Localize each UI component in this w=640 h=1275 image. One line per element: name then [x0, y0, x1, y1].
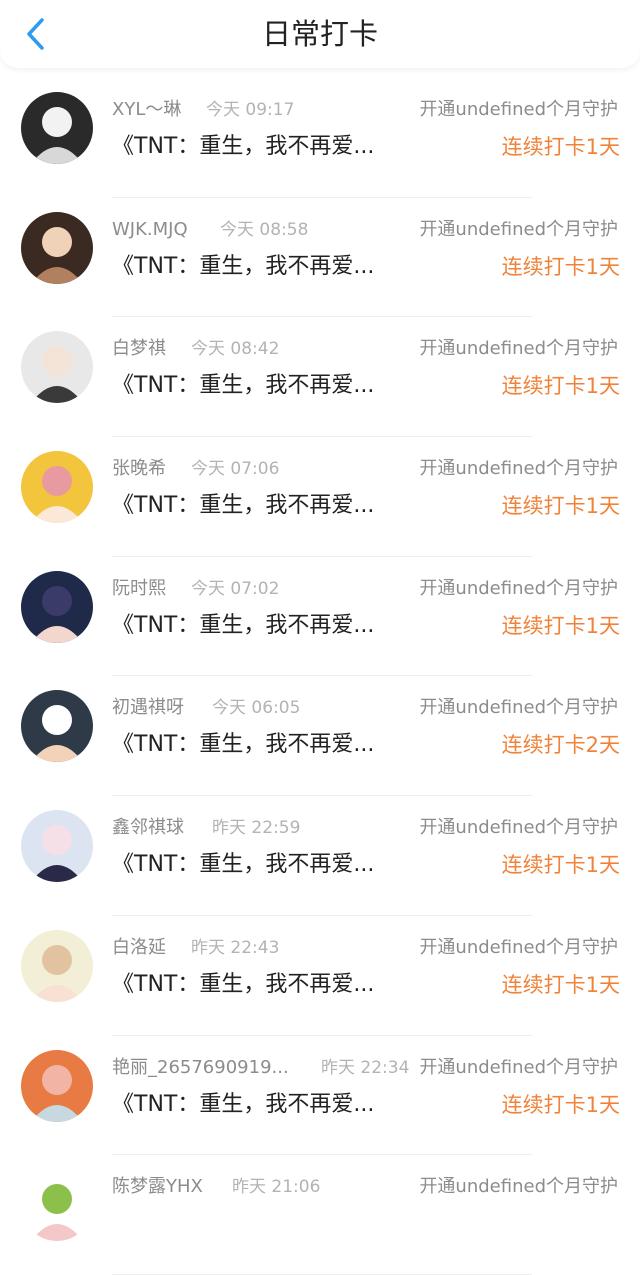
guard-link[interactable]: 开通undefined个月守护: [419, 98, 618, 122]
checkin-row[interactable]: 张晚希 今天 07:06 开通undefined个月守护 《TNT：重生，我不再…: [0, 437, 640, 557]
user-name[interactable]: 白梦祺: [112, 337, 166, 361]
checkin-row[interactable]: 白梦祺 今天 08:42 开通undefined个月守护 《TNT：重生，我不再…: [0, 317, 640, 438]
avatar[interactable]: [21, 451, 93, 524]
streak-label: 连续打卡1天: [501, 853, 620, 878]
user-name[interactable]: WJK.MJQ: [112, 218, 188, 242]
checkin-message: 《TNT：重生，我不再爱...: [112, 373, 375, 399]
avatar[interactable]: [21, 690, 93, 763]
guard-link[interactable]: 开通undefined个月守护: [419, 217, 618, 242]
avatar[interactable]: [21, 92, 93, 164]
checkin-row[interactable]: 白洛延 昨天 22:43 开通undefined个月守护 《TNT：重生，我不再…: [0, 916, 640, 1036]
checkin-time: 今天 08:58: [220, 219, 309, 240]
avatar[interactable]: [21, 810, 93, 883]
checkin-time: 昨天 22:59: [212, 818, 301, 839]
streak-label: 连续打卡1天: [501, 254, 620, 279]
checkin-time: 今天 08:42: [191, 339, 280, 360]
checkin-row[interactable]: WJK.MJQ 今天 08:58 开通undefined个月守护 《TNT：重生…: [0, 198, 640, 318]
checkin-time: 今天 07:02: [191, 578, 280, 599]
guard-link[interactable]: 开通undefined个月守护: [419, 337, 618, 362]
checkin-message: 《TNT：重生，我不再爱...: [112, 493, 375, 519]
streak-label: 连续打卡1天: [501, 494, 620, 519]
checkin-time: 昨天 22:43: [191, 937, 280, 958]
guard-link[interactable]: 开通undefined个月守护: [419, 696, 618, 721]
guard-link[interactable]: 开通undefined个月守护: [419, 935, 618, 960]
avatar[interactable]: [21, 331, 93, 404]
checkin-time: 昨天 21:06: [232, 1177, 321, 1198]
checkin-list: XYL～琳 今天 09:17 开通undefined个月守护 《TNT：重生，我…: [0, 78, 640, 1275]
guard-link[interactable]: 开通undefined个月守护: [419, 457, 618, 482]
avatar[interactable]: [21, 1169, 93, 1242]
avatar[interactable]: [21, 929, 93, 1002]
checkin-message: 《TNT：重生，我不再爱...: [112, 852, 375, 878]
avatar[interactable]: [21, 211, 93, 284]
user-name[interactable]: 陈梦露YHX: [112, 1175, 203, 1199]
checkin-message: 《TNT：重生，我不再爱...: [112, 1091, 375, 1117]
streak-label: 连续打卡1天: [501, 972, 620, 997]
streak-label: 连续打卡1天: [501, 135, 620, 159]
checkin-row[interactable]: 艳丽_2657690919... 昨天 22:34 开通undefined个月守…: [0, 1036, 640, 1156]
checkin-time: 今天 06:05: [212, 698, 301, 719]
guard-link[interactable]: 开通undefined个月守护: [419, 1175, 618, 1200]
checkin-message: 《TNT：重生，我不再爱...: [112, 971, 375, 997]
guard-link[interactable]: 开通undefined个月守护: [419, 576, 618, 601]
checkin-row[interactable]: 初遇祺呀 今天 06:05 开通undefined个月守护 《TNT：重生，我不…: [0, 676, 640, 797]
checkin-row[interactable]: 陈梦露YHX 昨天 21:06 开通undefined个月守护: [0, 1155, 640, 1275]
streak-label: 连续打卡1天: [501, 1092, 620, 1117]
guard-link[interactable]: 开通undefined个月守护: [419, 1055, 618, 1080]
user-name[interactable]: 鑫邻祺球: [112, 816, 184, 840]
checkin-message: 《TNT：重生，我不再爱...: [112, 253, 375, 279]
guard-link[interactable]: 开通undefined个月守护: [419, 816, 618, 841]
page-title: 日常打卡: [261, 17, 378, 51]
checkin-row[interactable]: 鑫邻祺球 昨天 22:59 开通undefined个月守护 《TNT：重生，我不…: [0, 796, 640, 916]
user-name[interactable]: 初遇祺呀: [112, 696, 184, 720]
checkin-row[interactable]: XYL～琳 今天 09:17 开通undefined个月守护 《TNT：重生，我…: [0, 78, 640, 198]
streak-label: 连续打卡1天: [501, 613, 620, 638]
checkin-message: 《TNT：重生，我不再爱...: [112, 612, 375, 638]
user-name[interactable]: 张晚希: [112, 457, 166, 481]
streak-label: 连续打卡1天: [501, 374, 620, 399]
checkin-row[interactable]: 阮时熙 今天 07:02 开通undefined个月守护 《TNT：重生，我不再…: [0, 557, 640, 677]
checkin-time: 今天 07:06: [191, 459, 280, 480]
user-name[interactable]: 阮时熙: [112, 577, 166, 601]
streak-label: 连续打卡2天: [501, 733, 620, 758]
checkin-message: 《TNT：重生，我不再爱...: [112, 134, 375, 159]
user-name[interactable]: XYL～琳: [112, 98, 181, 122]
user-name[interactable]: 白洛延: [112, 936, 166, 960]
top-bar: 日常打卡: [0, 0, 640, 68]
avatar[interactable]: [21, 570, 93, 643]
user-name[interactable]: 艳丽_2657690919...: [112, 1056, 289, 1080]
checkin-time: 昨天 22:34: [321, 1057, 410, 1078]
checkin-time: 今天 09:17: [206, 100, 295, 120]
avatar[interactable]: [21, 1049, 93, 1122]
checkin-message: 《TNT：重生，我不再爱...: [112, 732, 375, 758]
